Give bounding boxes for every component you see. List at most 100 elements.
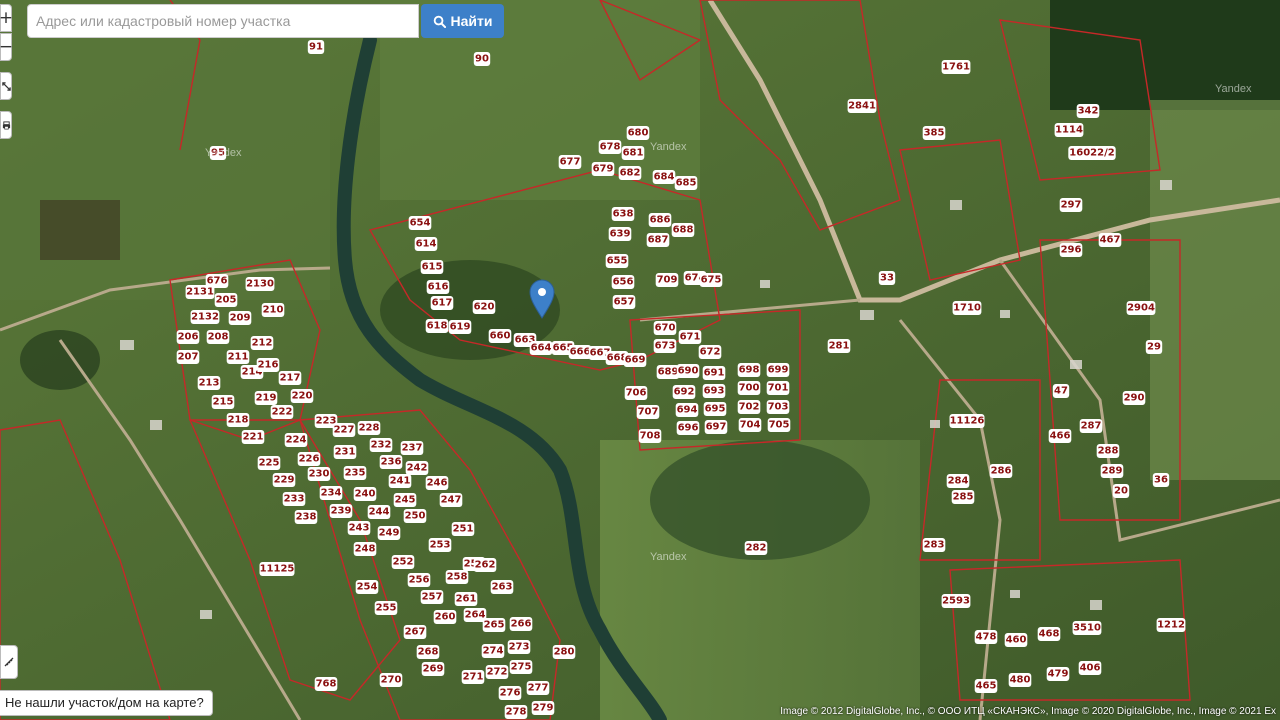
plot-label[interactable]: 246 — [425, 476, 449, 490]
plot-label[interactable]: 91 — [307, 40, 325, 54]
plot-label[interactable]: 11126 — [949, 414, 985, 428]
plot-label[interactable]: 656 — [611, 275, 635, 289]
plot-label[interactable]: 245 — [393, 493, 417, 507]
plot-label[interactable]: 672 — [698, 345, 722, 359]
plot-label[interactable]: 215 — [211, 395, 235, 409]
plot-label[interactable]: 262 — [473, 558, 497, 572]
plot-label[interactable]: 274 — [481, 644, 505, 658]
plot-label[interactable]: 614 — [414, 237, 438, 251]
plot-label[interactable]: 206 — [176, 330, 200, 344]
plot-label[interactable]: 230 — [307, 467, 331, 481]
plot-label[interactable]: 654 — [408, 216, 432, 230]
plot-label[interactable]: 705 — [767, 418, 791, 432]
plot-label[interactable]: 670 — [653, 321, 677, 335]
plot-label[interactable]: 703 — [766, 400, 790, 414]
plot-label[interactable]: 232 — [369, 438, 393, 452]
plot-label[interactable]: 655 — [605, 254, 629, 268]
plot-label[interactable]: 677 — [558, 155, 582, 169]
plot-label[interactable]: 20 — [1112, 484, 1130, 498]
plot-label[interactable]: 688 — [671, 223, 695, 237]
plot-label[interactable]: 685 — [674, 176, 698, 190]
plot-label[interactable]: 278 — [504, 705, 528, 719]
plot-label[interactable]: 269 — [421, 662, 445, 676]
plot-label[interactable]: 257 — [420, 590, 444, 604]
plot-label[interactable]: 691 — [702, 366, 726, 380]
plot-label[interactable]: 216 — [256, 358, 280, 372]
plot-label[interactable]: 273 — [507, 640, 531, 654]
search-button[interactable]: Найти — [421, 4, 504, 38]
plot-label[interactable]: 1710 — [952, 301, 982, 315]
plot-label[interactable]: 693 — [702, 384, 726, 398]
plot-label[interactable]: 690 — [676, 364, 700, 378]
measure-button[interactable] — [0, 645, 18, 679]
plot-label[interactable]: 617 — [430, 296, 454, 310]
plot-label[interactable]: 695 — [703, 402, 727, 416]
plot-label[interactable]: 290 — [1122, 391, 1146, 405]
search-input[interactable] — [27, 4, 419, 38]
plot-label[interactable]: 213 — [197, 376, 221, 390]
plot-label[interactable]: 253 — [428, 538, 452, 552]
plot-label[interactable]: 240 — [353, 487, 377, 501]
plot-label[interactable]: 638 — [611, 207, 635, 221]
plot-label[interactable]: 36 — [1152, 473, 1170, 487]
plot-label[interactable]: 619 — [448, 320, 472, 334]
plot-label[interactable]: 660 — [488, 329, 512, 343]
plot-label[interactable]: 249 — [377, 526, 401, 540]
plot-label[interactable]: 680 — [626, 126, 650, 140]
plot-label[interactable]: 287 — [1079, 419, 1103, 433]
fullscreen-button[interactable] — [0, 72, 12, 100]
plot-label[interactable]: 2131 — [185, 285, 215, 299]
plot-label[interactable]: 699 — [766, 363, 790, 377]
plot-label[interactable]: 210 — [261, 303, 285, 317]
plot-label[interactable]: 664 — [529, 341, 553, 355]
plot-label[interactable]: 271 — [461, 670, 485, 684]
plot-label[interactable]: 254 — [355, 580, 379, 594]
plot-label[interactable]: 673 — [653, 339, 677, 353]
plot-label[interactable]: 47 — [1052, 384, 1070, 398]
plot-label[interactable]: 251 — [451, 522, 475, 536]
plot-label[interactable]: 618 — [425, 319, 449, 333]
plot-label[interactable]: 275 — [509, 660, 533, 674]
plot-label[interactable]: 281 — [827, 339, 851, 353]
plot-label[interactable]: 468 — [1037, 627, 1061, 641]
plot-label[interactable]: 277 — [526, 681, 550, 695]
plot-label[interactable]: 666 — [568, 345, 592, 359]
plot-label[interactable]: 207 — [176, 350, 200, 364]
plot-label[interactable]: 479 — [1046, 667, 1070, 681]
plot-label[interactable]: 671 — [678, 330, 702, 344]
plot-label[interactable]: 289 — [1100, 464, 1124, 478]
plot-label[interactable]: 11125 — [259, 562, 295, 576]
plot-label[interactable]: 616 — [426, 280, 450, 294]
plot-label[interactable]: 678 — [598, 140, 622, 154]
plot-label[interactable]: 2593 — [941, 594, 971, 608]
plot-label[interactable]: 229 — [272, 473, 296, 487]
plot-label[interactable]: 2904 — [1126, 301, 1156, 315]
plot-label[interactable]: 226 — [297, 452, 321, 466]
plot-label[interactable]: 702 — [737, 400, 761, 414]
plot-label[interactable]: 283 — [922, 538, 946, 552]
plot-label[interactable]: 252 — [391, 555, 415, 569]
plot-label[interactable]: 244 — [367, 505, 391, 519]
plot-label[interactable]: 296 — [1059, 243, 1083, 257]
plot-label[interactable]: 639 — [608, 227, 632, 241]
plot-label[interactable]: 406 — [1078, 661, 1102, 675]
plot-label[interactable]: 768 — [314, 677, 338, 691]
plot-label[interactable]: 268 — [416, 645, 440, 659]
plot-label[interactable]: 217 — [278, 371, 302, 385]
plot-label[interactable]: 233 — [282, 492, 306, 506]
plot-label[interactable]: 1212 — [1156, 618, 1186, 632]
plot-label[interactable]: 225 — [257, 456, 281, 470]
plot-label[interactable]: 706 — [624, 386, 648, 400]
print-button[interactable] — [0, 111, 12, 139]
plot-label[interactable]: 250 — [403, 509, 427, 523]
plot-label[interactable]: 2130 — [245, 277, 275, 291]
plot-label[interactable]: 669 — [623, 353, 647, 367]
plot-label[interactable]: 236 — [379, 455, 403, 469]
plot-label[interactable]: 247 — [439, 493, 463, 507]
plot-label[interactable]: 709 — [655, 273, 679, 287]
zoom-out-button[interactable]: − — [0, 33, 13, 61]
plot-label[interactable]: 342 — [1076, 104, 1100, 118]
plot-label[interactable]: 681 — [621, 146, 645, 160]
plot-label[interactable]: 697 — [704, 420, 728, 434]
plot-label[interactable]: 265 — [482, 618, 506, 632]
